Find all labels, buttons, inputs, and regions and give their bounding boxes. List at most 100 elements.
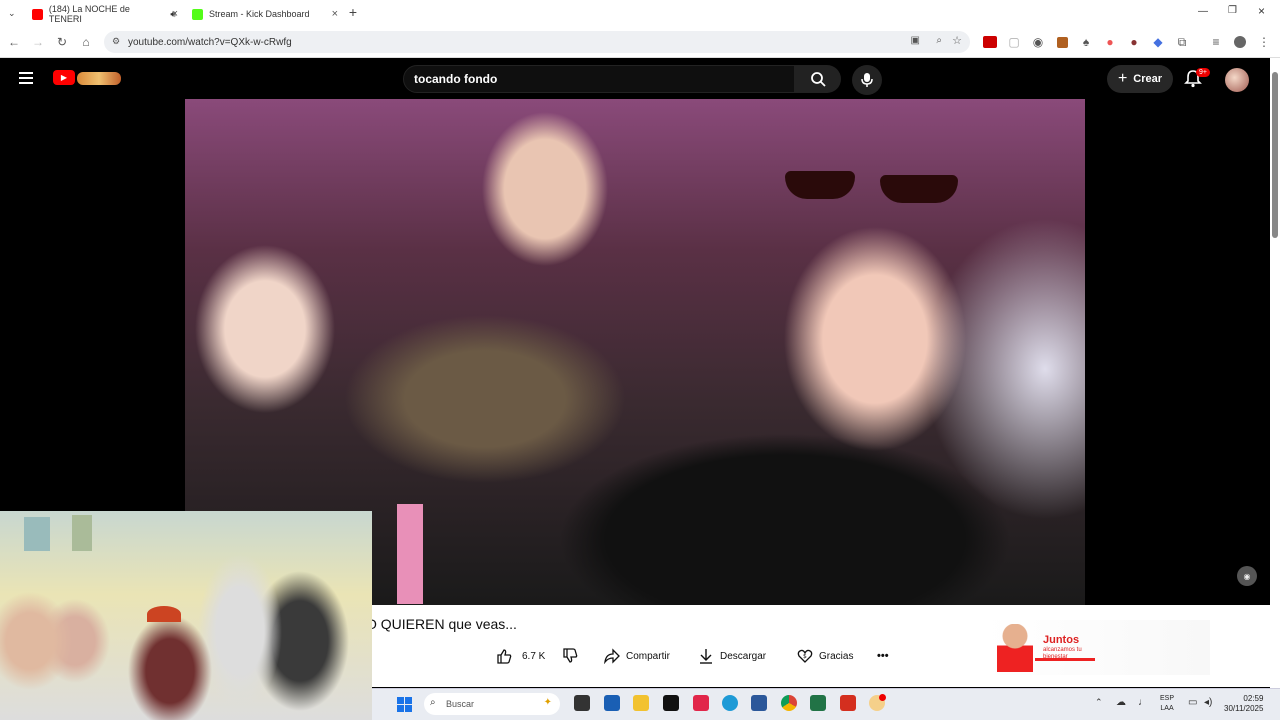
youtube-logo[interactable]: ▶	[53, 69, 125, 87]
youtube-play-icon: ▶	[53, 70, 75, 85]
tab-kick[interactable]: Stream - Kick Dashboard ×	[186, 2, 342, 26]
tray-chevron-icon[interactable]: ⌃	[1095, 697, 1103, 708]
clock-date: 30/11/2025	[1224, 704, 1264, 713]
download-button[interactable]: Descargar	[698, 646, 766, 666]
thanks-label: Gracias	[819, 650, 854, 662]
music-app-icon[interactable]	[693, 695, 709, 711]
zoom-icon[interactable]: ⌕	[936, 35, 942, 46]
network-icon[interactable]: ▭	[1188, 697, 1197, 708]
hat-person	[147, 606, 181, 622]
volume-icon[interactable]: ◂)	[1204, 697, 1212, 708]
svg-text:$: $	[803, 653, 807, 660]
extension-icon[interactable]: ♠	[1078, 34, 1094, 50]
reading-list-icon[interactable]: ≡	[1208, 34, 1224, 50]
tab-list-menu-icon[interactable]: ⌄	[8, 8, 16, 19]
close-tab-icon[interactable]: ×	[172, 8, 178, 20]
more-actions-button[interactable]: •••	[877, 646, 889, 666]
language-indicator[interactable]: ESP LAA	[1160, 694, 1174, 714]
voice-search-button[interactable]	[852, 65, 882, 95]
browser-tab-strip: ⌄ (184) La NOCHE de TENERI 🔊︎ × Stream -…	[0, 0, 1280, 28]
forward-icon[interactable]: →	[30, 34, 46, 50]
extension-icon[interactable]	[1054, 34, 1070, 50]
like-button[interactable]: 6.7 K	[496, 646, 545, 666]
microphone-icon	[861, 73, 873, 87]
back-icon[interactable]: ←	[6, 34, 22, 50]
search-icon	[811, 72, 826, 87]
mic-tray-icon[interactable]: ♩	[1138, 697, 1148, 708]
thanks-heart-icon: $	[797, 649, 813, 663]
thumbs-down-icon	[563, 648, 578, 663]
home-icon[interactable]: ⌂	[78, 34, 94, 50]
excel-icon[interactable]	[810, 695, 826, 711]
doodle-bread-icon	[77, 72, 121, 85]
thanks-button[interactable]: $ Gracias	[797, 646, 853, 666]
browser-toolbar: ← → ↻ ⌂ ⚙︎ youtube.com/watch?v=QXk-w-cRw…	[0, 28, 1280, 58]
word-icon[interactable]	[751, 695, 767, 711]
cast-icon[interactable]: ▣	[911, 35, 920, 46]
share-button[interactable]: Compartir	[604, 646, 670, 666]
search-input[interactable]: tocando fondo	[403, 65, 795, 93]
new-tab-button[interactable]: +	[346, 5, 360, 19]
address-bar[interactable]: ⚙︎ youtube.com/watch?v=QXk-w-cRwfg ▣ ⌕ ☆	[104, 31, 970, 53]
close-window-button[interactable]: ×	[1258, 4, 1265, 18]
extension-icon[interactable]: ▢	[1006, 34, 1022, 50]
onedrive-icon[interactable]: ☁︎	[1116, 697, 1126, 708]
search-button[interactable]	[795, 65, 841, 93]
microsoft-store-icon[interactable]	[604, 695, 620, 711]
youtube-icon	[32, 8, 43, 20]
site-info-icon[interactable]: ⚙︎	[112, 36, 120, 47]
taskbar-clock[interactable]: 02:59 30/11/2025	[1224, 694, 1263, 714]
webcam-overlay	[0, 511, 372, 720]
kick-icon	[192, 8, 203, 20]
hamburger-menu-icon[interactable]	[19, 72, 33, 84]
avatar[interactable]	[1225, 68, 1249, 92]
scrollbar-thumb[interactable]	[1272, 72, 1278, 238]
ad-headline: Juntos	[1043, 634, 1080, 646]
video-sunglasses	[785, 171, 965, 203]
extension-new-icon[interactable]	[982, 34, 998, 50]
ai-assistant-icon[interactable]: ◉	[1237, 566, 1257, 586]
profile-icon[interactable]	[1232, 34, 1248, 50]
search-icon: ⌕	[430, 697, 436, 708]
ad-person-image	[997, 624, 1033, 672]
copilot-sparkle-icon: ✦	[543, 697, 552, 708]
close-tab-icon[interactable]: ×	[332, 8, 338, 20]
notification-badge: 9+	[1196, 68, 1210, 77]
url-text: youtube.com/watch?v=QXk-w-cRwfg	[128, 36, 292, 48]
share-label: Compartir	[626, 650, 670, 662]
dislike-button[interactable]	[562, 646, 578, 666]
bookmark-star-icon[interactable]: ☆	[952, 34, 962, 47]
search-query: tocando fondo	[414, 72, 498, 86]
maximize-button[interactable]: ❐	[1228, 5, 1237, 16]
lang-top: ESP	[1160, 695, 1175, 702]
live-app-icon[interactable]	[663, 695, 679, 711]
file-explorer-icon[interactable]	[633, 695, 649, 711]
create-button[interactable]: + Crear	[1107, 65, 1173, 93]
taskbar-search-placeholder: Buscar	[446, 699, 475, 709]
wall-poster	[72, 515, 92, 551]
extension-icon[interactable]: ●	[1102, 34, 1118, 50]
thumbs-up-icon	[497, 649, 512, 664]
extensions-puzzle-icon[interactable]: ⧉	[1174, 34, 1190, 50]
windows-start-icon[interactable]	[397, 697, 412, 712]
notification-dot	[879, 694, 886, 701]
like-count: 6.7 K	[522, 650, 546, 662]
extension-icon[interactable]: ◉	[1030, 34, 1046, 50]
reload-icon[interactable]: ↻	[54, 34, 70, 50]
lang-bottom: LAA	[1160, 705, 1174, 712]
ad-banner[interactable]: Juntos alcanzamos tu bienestar	[985, 620, 1210, 675]
browser-menu-icon[interactable]: ⋮	[1256, 34, 1272, 50]
chrome-icon[interactable]	[781, 695, 797, 711]
clock-time: 02:59	[1243, 694, 1264, 703]
acrobat-icon[interactable]	[840, 695, 856, 711]
share-icon	[604, 648, 620, 664]
tab-youtube[interactable]: (184) La NOCHE de TENERI 🔊︎ ×	[26, 2, 182, 26]
taskbar-search-input[interactable]: ⌕ Buscar ✦	[424, 693, 560, 715]
extension-icon[interactable]: ●	[1126, 34, 1142, 50]
minimize-button[interactable]: —	[1198, 6, 1208, 17]
tab-label: Stream - Kick Dashboard	[209, 9, 310, 19]
plus-icon: +	[1117, 70, 1128, 87]
task-view-icon[interactable]	[574, 695, 590, 711]
edge-icon[interactable]	[722, 695, 738, 711]
translate-icon[interactable]: ◆	[1150, 34, 1166, 50]
